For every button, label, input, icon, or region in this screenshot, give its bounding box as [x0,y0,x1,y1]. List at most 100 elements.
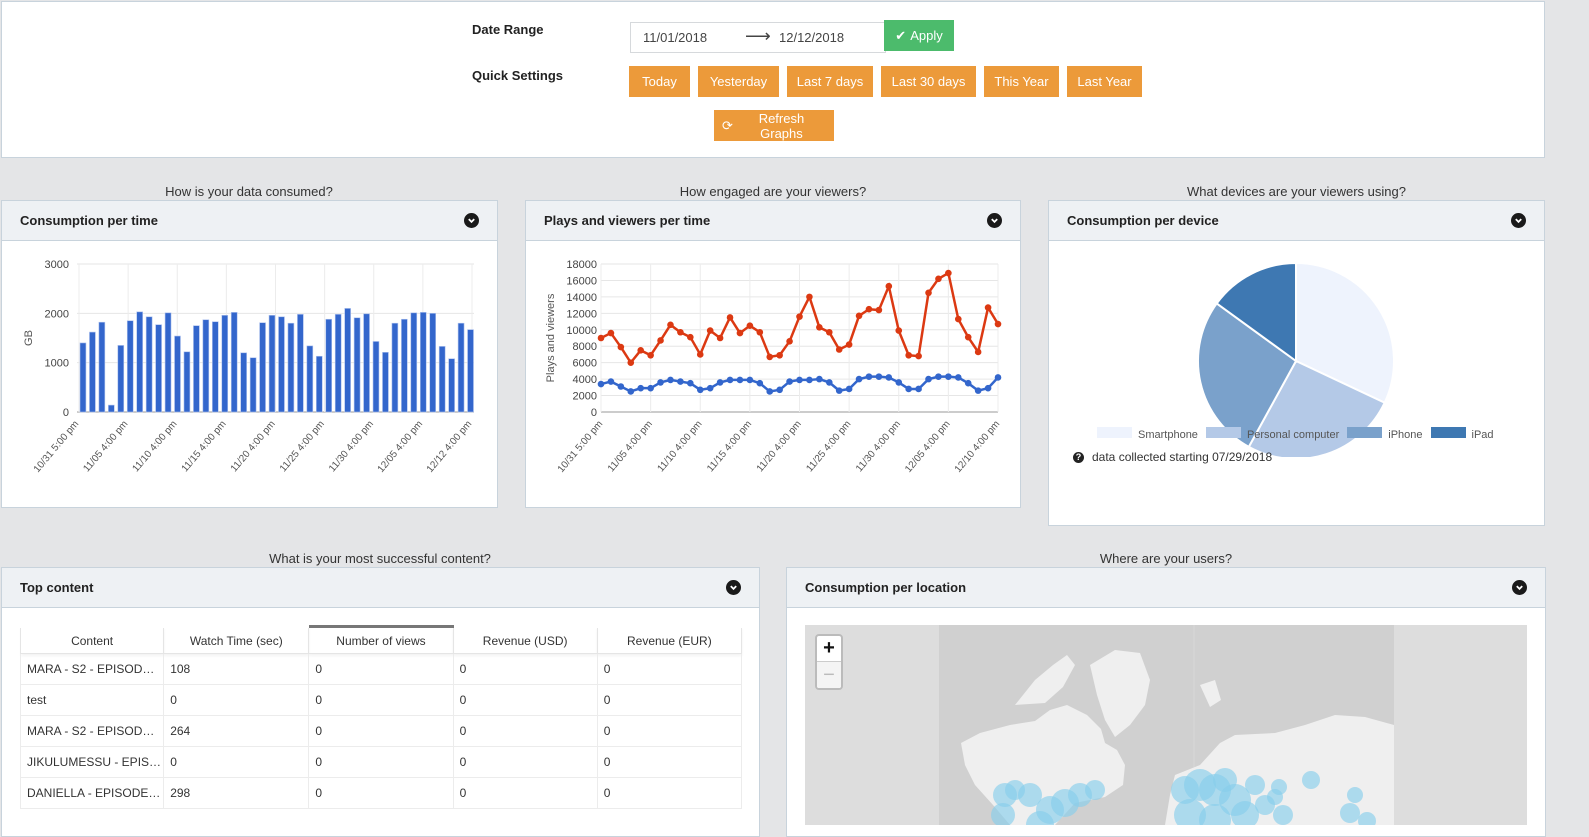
y-tick-label: 2000 [45,308,69,320]
data-point-plays [806,293,813,301]
data-point-viewers [736,376,744,384]
quick-last-year-button[interactable]: Last Year [1067,66,1142,97]
date-range-input[interactable]: 11/01/2018 ⟶ 12/12/2018 [630,22,886,53]
legend-item: iPhone [1347,427,1423,441]
y-tick-label: 18000 [566,259,597,271]
panel-header: Consumption per time [2,201,497,241]
top-content-table: Content Watch Time (sec) Number of views… [19,625,743,809]
cell-revenue-eur: 0 [596,746,743,778]
cell-revenue-eur: 0 [596,653,743,685]
world-map[interactable]: + − [805,625,1527,825]
bar [117,345,125,413]
data-point-viewers [945,373,952,380]
data-point-viewers [677,378,684,385]
data-collected-note: ? data collected starting 07/29/2018 [1073,450,1272,464]
bar [126,320,134,413]
legend-swatch [1205,427,1241,438]
x-tick-label: 11/30 4:00 pm [854,419,903,474]
data-point-plays [597,334,605,342]
data-point-viewers [885,374,893,381]
data-point-viewers [905,385,912,393]
x-tick-label: 11/20 4:00 pm [229,419,278,474]
chevron-down-icon[interactable] [1511,213,1526,228]
x-tick-label: 10/31 5:00 pm [32,419,82,475]
data-point-plays [696,351,704,358]
bar [278,316,285,413]
y-tick-label: 0 [591,407,597,419]
refresh-graphs-button[interactable]: ⟳ Refresh Graphs [714,110,834,141]
column-header-revenue-eur[interactable]: Revenue (EUR) [596,626,743,654]
bar [372,341,380,413]
table-row[interactable]: MARA - S2 - EPISODE ... 264 0 0 0 [19,715,743,747]
quick-today-button[interactable]: Today [629,66,690,97]
data-point-plays [875,306,883,314]
bar [316,355,323,413]
bar [306,345,314,413]
chevron-down-icon[interactable] [464,213,479,228]
y-axis-label: GB [23,330,35,346]
cell-revenue-eur: 0 [596,777,743,809]
bar [401,318,408,413]
y-tick-label: 1000 [45,358,69,370]
zoom-in-button[interactable]: + [817,636,841,662]
y-tick-label: 4000 [573,374,597,386]
y-tick-label: 3000 [45,259,69,271]
data-point-viewers [925,375,932,383]
data-point-viewers [984,384,992,392]
bar [164,312,172,413]
quick-this-year-button[interactable]: This Year [984,66,1059,97]
data-point-plays [677,328,684,336]
data-point-plays [835,346,843,353]
x-tick-label: 12/05 4:00 pm [903,419,953,475]
data-point-viewers [994,374,1002,381]
bar [98,321,106,413]
column-header-revenue-usd[interactable]: Revenue (USD) [452,626,598,654]
bar [410,312,418,413]
data-point-viewers [806,376,813,384]
data-point-viewers [627,388,635,395]
data-point-viewers [935,373,942,380]
bar [212,321,219,413]
quick-last-7-days-button[interactable]: Last 7 days [787,66,873,97]
chevron-down-icon[interactable] [987,213,1002,228]
cell-watch-time: 0 [163,684,310,716]
bar [193,325,200,413]
apply-label: Apply [910,28,943,43]
consumption-bar-chart: 010002000300010/31 5:00 pm 11/05 4:00 pm 1… [23,259,474,475]
quick-yesterday-button[interactable]: Yesterday [698,66,779,97]
table-row[interactable]: MARA - S2 - EPISODE ... 108 0 0 0 [19,653,743,685]
page-scrollbar[interactable] [1567,0,1589,829]
table-row[interactable]: DANIELLA - EPISODE 22 298 0 0 0 [19,777,743,809]
cell-content: MARA - S2 - EPISODE ... [19,715,165,747]
date-from-field[interactable]: 11/01/2018 [643,30,707,45]
chevron-down-icon[interactable] [726,580,741,595]
zoom-out-button[interactable]: − [817,662,841,688]
data-point-viewers [865,373,873,380]
x-tick-label: 11/10 4:00 pm [130,419,179,474]
bar [230,312,238,413]
data-point-plays [974,348,982,356]
cell-watch-time: 0 [163,746,310,778]
cell-watch-time: 298 [163,777,310,809]
date-to-field[interactable]: 12/12/2018 [779,30,844,45]
legend-swatch [1097,427,1132,438]
apply-button[interactable]: ✔ Apply [884,20,954,51]
data-point-viewers [786,378,793,385]
data-point-plays [657,337,664,344]
x-tick-label: 11/25 4:00 pm [278,419,327,474]
x-tick-label: 12/05 4:00 pm [376,419,426,475]
table-row[interactable]: test 0 0 0 0 [19,684,743,716]
column-header-views[interactable]: Number of views [308,625,454,654]
cell-views: 0 [308,715,454,747]
table-row[interactable]: JIKULUMESSU - EPISO... 0 0 0 0 [19,746,743,778]
bar [268,315,276,413]
column-header-content[interactable]: Content [19,626,165,654]
data-point-viewers [726,376,734,384]
y-axis-label: Plays and viewers [545,293,557,382]
column-header-watch-time[interactable]: Watch Time (sec) [163,626,310,654]
question-circle-icon[interactable]: ? [1073,451,1084,463]
data-point-viewers [835,387,843,394]
data-point-viewers [964,379,972,387]
chevron-down-icon[interactable] [1512,580,1527,595]
quick-last-30-days-button[interactable]: Last 30 days [881,66,976,97]
